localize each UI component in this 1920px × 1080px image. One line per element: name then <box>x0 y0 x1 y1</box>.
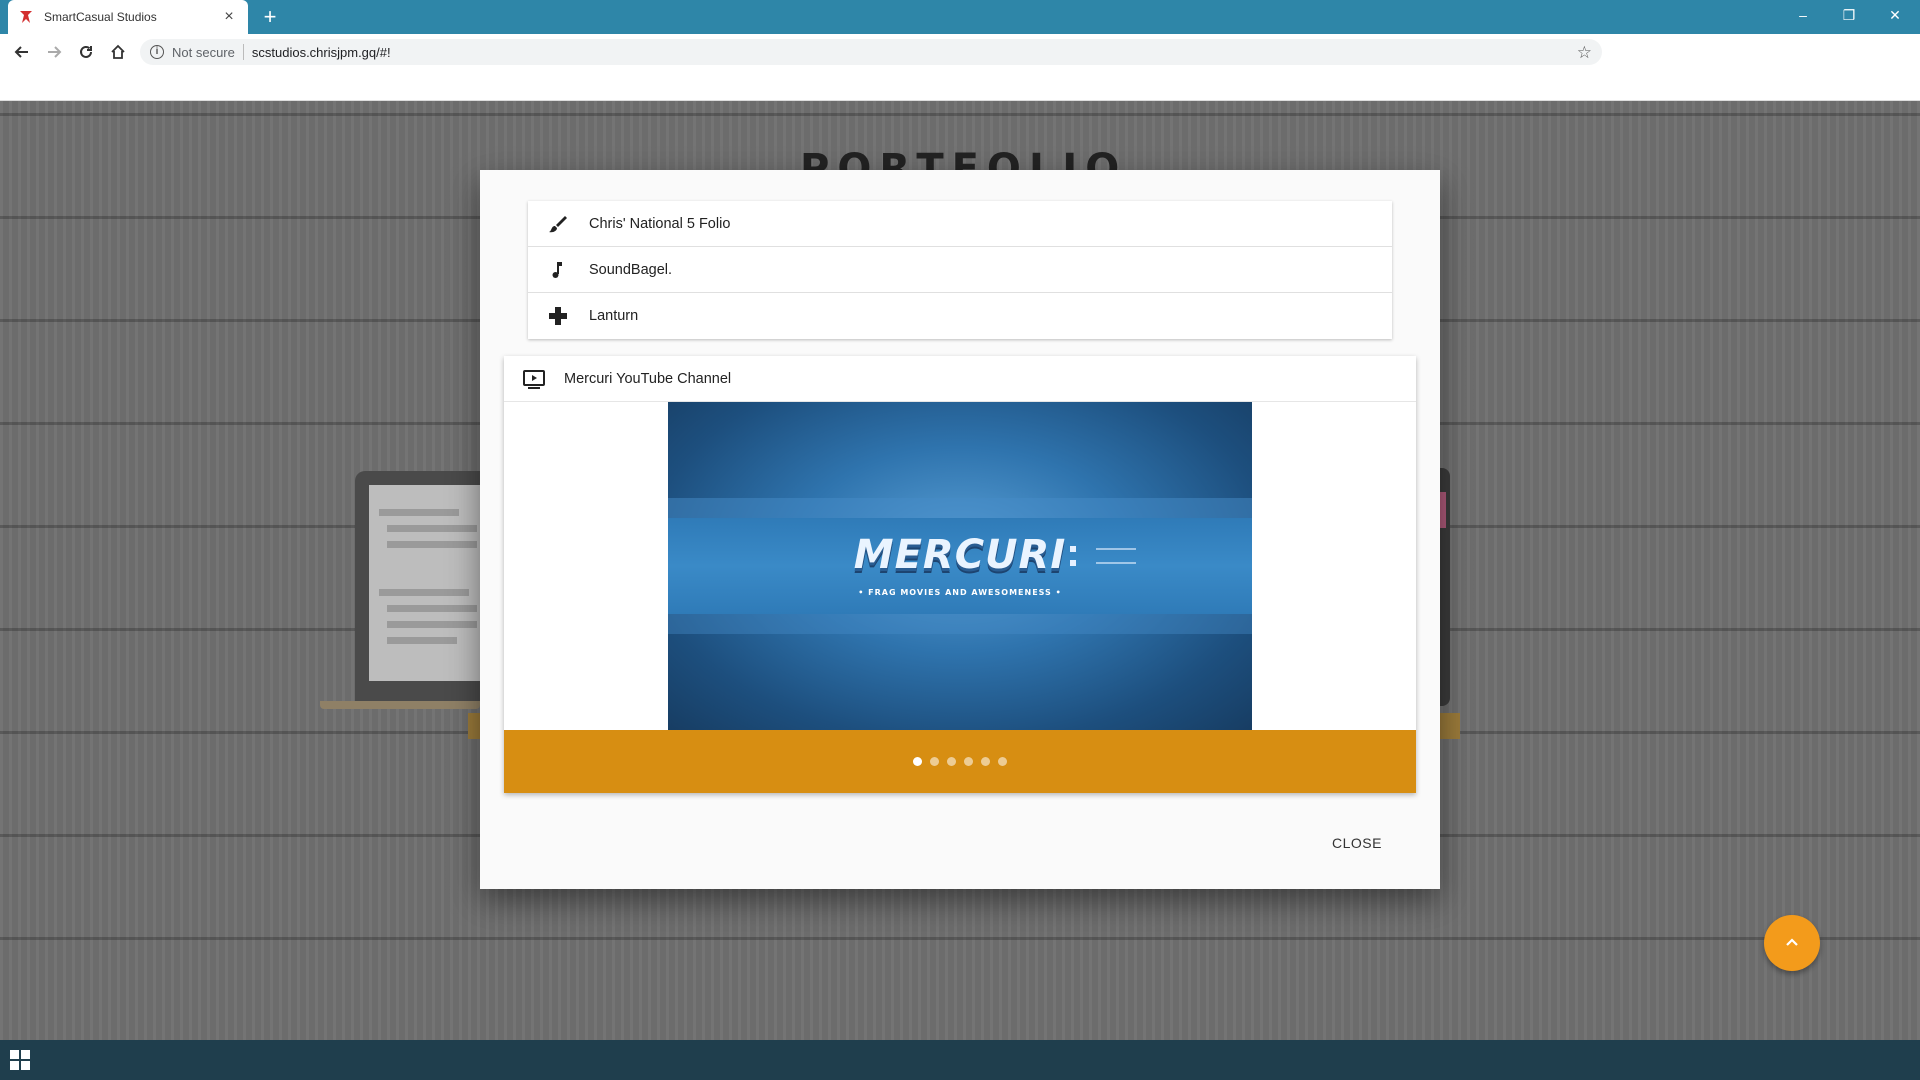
laptop-illustration <box>355 471 485 703</box>
social-handle <box>1096 562 1136 564</box>
social-handle <box>1096 548 1136 550</box>
url-text[interactable]: scstudios.chrisjpm.gq/#! <box>252 45 391 60</box>
info-icon[interactable]: i <box>150 45 164 59</box>
tab-close-icon[interactable]: × <box>220 8 238 26</box>
scroll-to-top-button[interactable] <box>1764 915 1820 971</box>
banner-band-edge <box>668 614 1252 634</box>
banner-tagline: • FRAG MOVIES AND AWESOMENESS • <box>858 588 1062 597</box>
list-item-label: SoundBagel. <box>589 261 673 278</box>
gamepad-icon <box>546 304 570 328</box>
minimize-button[interactable]: – <box>1780 0 1826 30</box>
list-item-label: Lanturn <box>589 308 639 324</box>
home-button[interactable] <box>106 40 130 64</box>
banner-logo-text: MERCURI <box>853 532 1067 578</box>
list-item-lanturn[interactable]: Lanturn <box>528 293 1392 339</box>
code-line <box>387 621 477 628</box>
video-play-icon <box>523 369 545 389</box>
carousel-dot[interactable] <box>947 757 956 766</box>
bookmark-star-icon[interactable]: ☆ <box>1577 43 1592 63</box>
carousel-dot[interactable] <box>964 757 973 766</box>
list-item-soundbagel[interactable]: SoundBagel. <box>528 247 1392 293</box>
restore-button[interactable]: ❐ <box>1826 0 1872 30</box>
code-line <box>387 637 457 644</box>
windows-start-icon[interactable] <box>10 1050 30 1070</box>
project-list: Chris' National 5 Folio SoundBagel. Lant… <box>528 201 1392 339</box>
bookmarks-bar-area <box>0 70 1920 101</box>
reload-button[interactable] <box>74 40 98 64</box>
carousel-dot[interactable] <box>913 757 922 766</box>
list-item-national5-folio[interactable]: Chris' National 5 Folio <box>528 201 1392 247</box>
code-line <box>379 509 459 516</box>
reload-icon <box>80 45 92 58</box>
project-card: Mercuri YouTube Channel MERCURI • FRAG M… <box>504 356 1416 793</box>
card-header[interactable]: Mercuri YouTube Channel <box>504 356 1416 402</box>
arrow-right-icon <box>48 46 62 58</box>
arrow-left-icon <box>14 46 28 58</box>
portfolio-modal: Chris' National 5 Folio SoundBagel. Lant… <box>480 170 1440 889</box>
close-button[interactable]: CLOSE <box>1322 828 1392 858</box>
carousel-dot[interactable] <box>930 757 939 766</box>
carousel-dot[interactable] <box>981 757 990 766</box>
tab-title: SmartCasual Studios <box>44 10 157 24</box>
mercuri-banner-image: MERCURI • FRAG MOVIES AND AWESOMENESS • <box>668 402 1252 730</box>
browser-tab[interactable]: SmartCasual Studios × <box>8 0 248 34</box>
brush-icon <box>546 212 570 236</box>
browser-toolbar: i Not secure scstudios.chrisjpm.gq/#! ☆ <box>0 34 1920 70</box>
device-stand <box>1440 713 1460 739</box>
windows-taskbar <box>0 1040 1920 1080</box>
carousel-indicators <box>504 730 1416 793</box>
music-note-icon <box>546 258 570 282</box>
banner-social-links <box>1070 542 1150 570</box>
carousel-dot[interactable] <box>998 757 1007 766</box>
banner-band-edge <box>668 498 1252 518</box>
browser-tabstrip: SmartCasual Studios × + – ❐ ✕ <box>0 0 1920 34</box>
window-close-button[interactable]: ✕ <box>1872 0 1918 30</box>
code-line <box>387 541 477 548</box>
laptop-base <box>320 701 480 709</box>
card-title: Mercuri YouTube Channel <box>564 370 732 387</box>
forward-button[interactable] <box>42 40 66 64</box>
code-line <box>387 605 477 612</box>
new-tab-button[interactable]: + <box>258 6 282 30</box>
omnibox-divider <box>242 44 244 60</box>
chevron-up-icon <box>1786 938 1798 946</box>
address-bar[interactable]: i Not secure scstudios.chrisjpm.gq/#! ☆ <box>140 39 1602 65</box>
site-favicon-icon <box>20 11 32 23</box>
code-line <box>387 525 477 532</box>
social-row <box>1070 556 1150 570</box>
laptop-screen <box>369 485 485 681</box>
list-item-label: Chris' National 5 Folio <box>589 215 731 232</box>
security-status: Not secure <box>172 44 235 60</box>
twitter-icon <box>1070 546 1076 552</box>
twitter-icon <box>1070 560 1076 566</box>
social-row <box>1070 542 1150 556</box>
code-line <box>379 589 469 596</box>
home-icon <box>111 44 125 59</box>
back-button[interactable] <box>10 40 34 64</box>
